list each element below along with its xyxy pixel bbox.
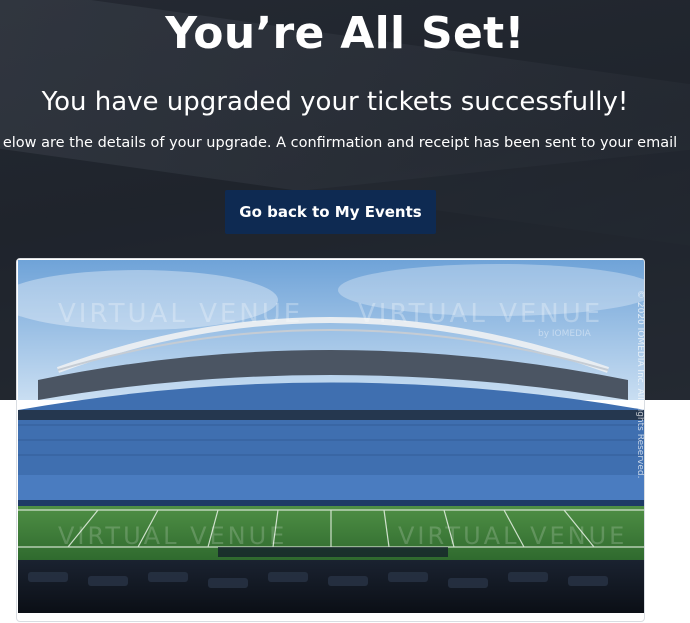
page-title: You’re All Set! xyxy=(165,8,525,59)
watermark-brand-3: VIRTUAL VENUE xyxy=(58,522,287,550)
success-message: You have upgraded your tickets successfu… xyxy=(41,87,629,117)
watermark-sub: by IOMEDIA xyxy=(538,329,592,339)
details-message: elow are the details of your upgrade. A … xyxy=(2,135,678,151)
stadium-view-image: VIRTUAL VENUE VIRTUAL VENUE by IOMEDIA V… xyxy=(18,260,645,613)
watermark-brand-2: VIRTUAL VENUE xyxy=(358,299,603,329)
watermark-brand: VIRTUAL VENUE xyxy=(58,299,303,329)
back-to-my-events-button[interactable]: Go back to My Events xyxy=(225,190,436,234)
venue-view-card: VIRTUAL VENUE VIRTUAL VENUE by IOMEDIA V… xyxy=(16,258,645,622)
watermark-brand-4: VIRTUAL VENUE xyxy=(398,522,627,550)
copyright-text: © 2020 IOMEDIA Inc. All Rights Reserved. xyxy=(635,290,645,478)
